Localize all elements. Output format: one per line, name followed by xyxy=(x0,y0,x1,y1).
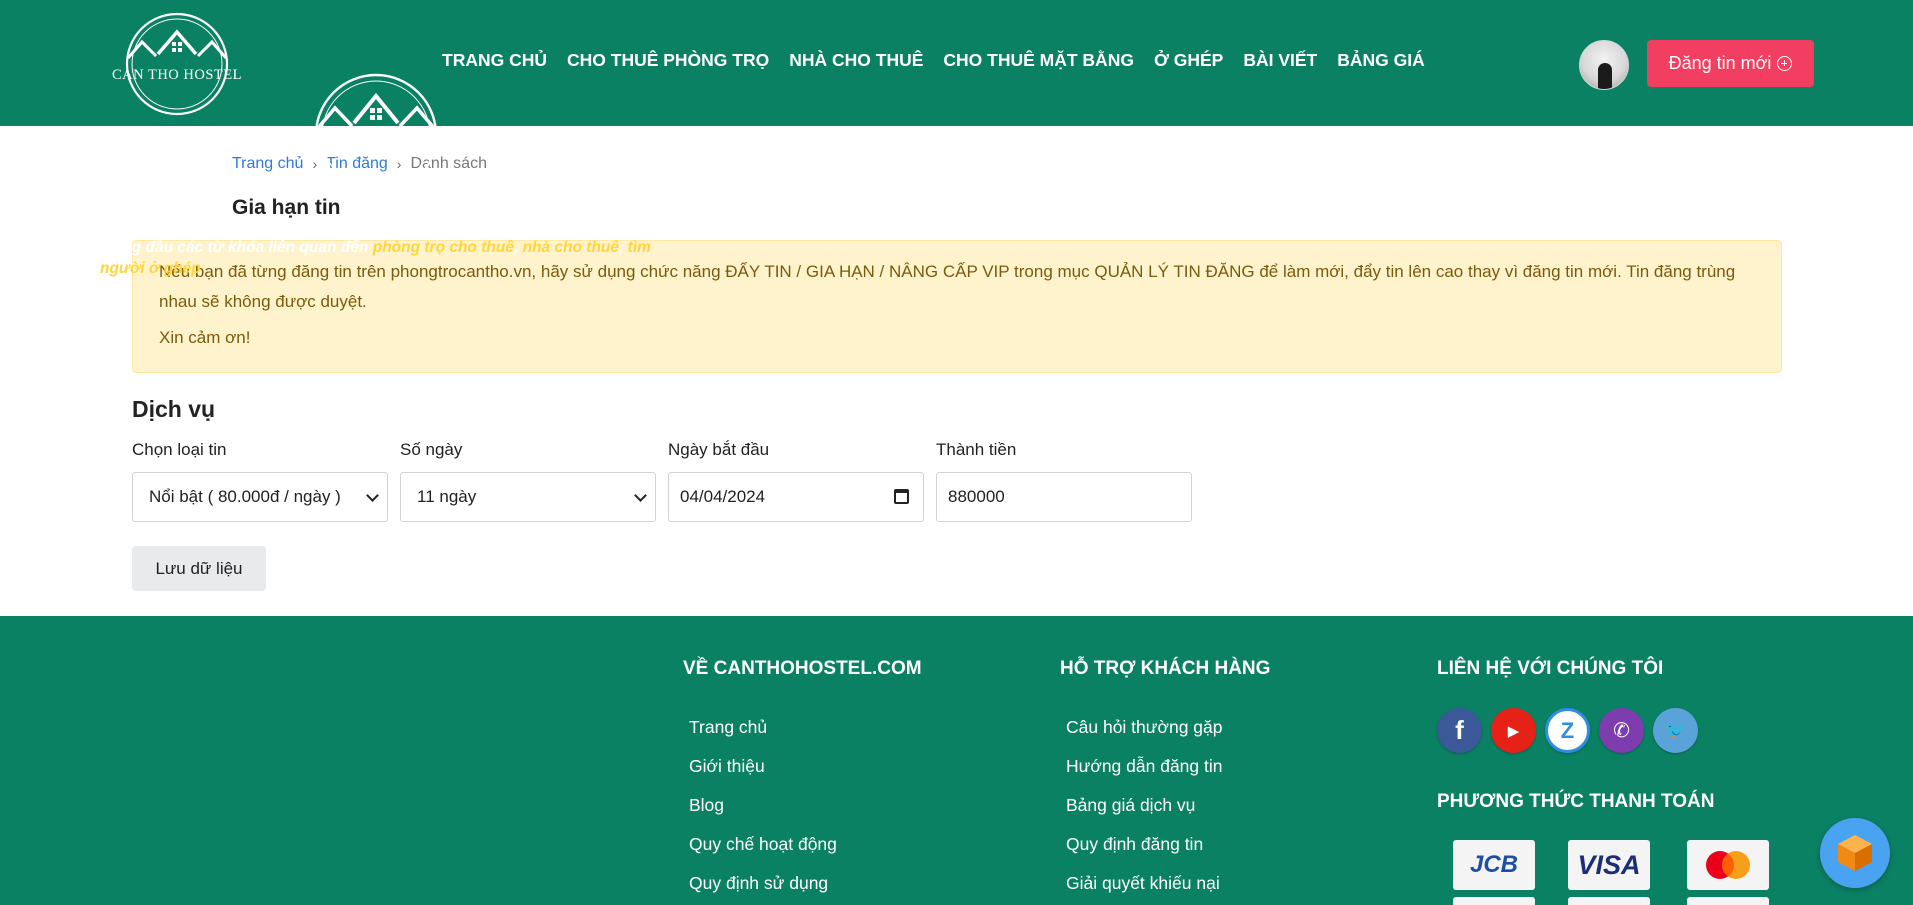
nav-pricing[interactable]: BẢNG GIÁ xyxy=(1337,50,1425,71)
site-logo[interactable]: CAN THO HOSTEL xyxy=(106,10,248,118)
zalo-icon[interactable]: Z xyxy=(1545,708,1590,753)
footer-link-complaints[interactable]: Giải quyết khiếu nại xyxy=(1066,873,1223,905)
footer-tagline: Đứng đầu các từ khóa liên quan đến phòng… xyxy=(100,237,660,279)
support-links: Câu hỏi thường gặp Hướng dẫn đăng tin Bả… xyxy=(1066,717,1223,905)
footer-link-blog[interactable]: Blog xyxy=(689,795,837,834)
payment-title: PHƯƠNG THỨC THANH TOÁN xyxy=(1437,791,1715,812)
tagline-prefix: Đứng đầu các từ khóa liên quan đến xyxy=(100,239,373,256)
visa-card-icon: VISA xyxy=(1568,840,1650,890)
post-new-button[interactable]: Đăng tin mới xyxy=(1647,40,1814,87)
alert-thanks: Xin cảm ơn! xyxy=(159,328,251,347)
about-links: Trang chủ Giới thiệu Blog Quy chế hoạt đ… xyxy=(689,717,837,905)
days-value: 11 ngày xyxy=(417,487,477,506)
start-date-input[interactable]: 04/04/2024 xyxy=(668,472,924,522)
start-date-value: 04/04/2024 xyxy=(680,487,766,506)
footer-link-terms[interactable]: Quy định sử dụng xyxy=(689,873,837,905)
payment-card-row2 xyxy=(1568,897,1650,905)
post-new-label: Đăng tin mới xyxy=(1668,53,1772,73)
tagline-link-house[interactable]: nhà cho thuê xyxy=(523,239,619,256)
footer-link-posting-guide[interactable]: Hướng dẫn đăng tin xyxy=(1066,756,1223,795)
nav-premises-rental[interactable]: CHO THUÊ MẶT BẰNG xyxy=(943,50,1134,71)
days-label: Số ngày xyxy=(400,440,463,459)
support-title: HỖ TRỢ KHÁCH HÀNG xyxy=(1060,658,1271,679)
total-input[interactable]: 880000 xyxy=(936,472,1192,522)
nav-home[interactable]: TRANG CHỦ xyxy=(442,50,547,71)
tagline-separator: , xyxy=(513,239,523,256)
days-field: Số ngày 11 ngày xyxy=(400,440,656,522)
days-select[interactable]: 11 ngày xyxy=(400,472,656,522)
chevron-down-icon xyxy=(366,489,379,502)
footer-link-faq[interactable]: Câu hỏi thường gặp xyxy=(1066,717,1223,756)
total-field: Thành tiền 880000 xyxy=(936,440,1192,522)
visa-label: VISA xyxy=(1577,849,1641,880)
chevron-down-icon xyxy=(634,489,647,502)
post-type-label: Chọn loại tin xyxy=(132,440,227,459)
main-nav: TRANG CHỦ CHO THUÊ PHÒNG TRỌ NHÀ CHO THU… xyxy=(442,50,1445,71)
contact-title: LIÊN HỆ VỚI CHÚNG TÔI xyxy=(1437,658,1664,679)
footer-link-posting-rules[interactable]: Quy định đăng tin xyxy=(1066,834,1223,873)
start-date-label: Ngày bắt đầu xyxy=(668,440,770,459)
mastercard-circles xyxy=(1706,851,1750,879)
nav-articles[interactable]: BÀI VIẾT xyxy=(1243,50,1317,71)
nav-room-rental[interactable]: CHO THUÊ PHÒNG TRỌ xyxy=(567,50,769,71)
nav-roommate[interactable]: Ở GHÉP xyxy=(1154,50,1223,71)
tagline-separator: , xyxy=(619,239,628,256)
footer-link-regulations[interactable]: Quy chế hoạt động xyxy=(689,834,837,873)
total-label: Thành tiền xyxy=(936,440,1017,459)
start-date-field: Ngày bắt đầu 04/04/2024 xyxy=(668,440,924,522)
site-header: CAN THO HOSTEL TRANG CHỦ CHO THUÊ PHÒNG … xyxy=(0,0,1913,126)
social-links: f ▶ Z ✆ 🐦 xyxy=(1437,708,1698,753)
twitter-icon[interactable]: 🐦 xyxy=(1653,708,1698,753)
post-type-value: Nổi bật ( 80.000đ / ngày ) xyxy=(149,487,341,506)
nav-house-rental[interactable]: NHÀ CHO THUÊ xyxy=(789,50,923,71)
tagline-link-room[interactable]: phòng trọ cho thuê xyxy=(373,239,514,256)
youtube-icon[interactable]: ▶ xyxy=(1491,708,1536,753)
save-button[interactable]: Lưu dữ liệu xyxy=(132,546,266,591)
cube-icon xyxy=(1838,835,1872,871)
mastercard-icon xyxy=(1687,840,1769,890)
total-value: 880000 xyxy=(948,487,1005,506)
jcb-label: JCB xyxy=(1469,851,1518,878)
post-type-field: Chọn loại tin Nổi bật ( 80.000đ / ngày ) xyxy=(132,440,388,522)
facebook-icon[interactable]: f xyxy=(1437,708,1482,753)
plus-circle-icon xyxy=(1777,56,1793,71)
chat-widget-button[interactable] xyxy=(1820,818,1890,888)
footer-logo[interactable]: CAN THO HOSTEL xyxy=(292,70,460,200)
calendar-icon[interactable] xyxy=(894,489,909,504)
logo-text: CAN THO HOSTEL xyxy=(112,67,242,83)
footer-link-about[interactable]: Giới thiệu xyxy=(689,756,837,795)
payment-card-row2 xyxy=(1453,897,1535,905)
user-avatar[interactable] xyxy=(1579,40,1629,90)
footer-logo-text: CAN THO HOSTEL xyxy=(300,139,453,158)
payment-card-row2 xyxy=(1687,897,1769,905)
footer-link-service-pricing[interactable]: Bảng giá dịch vụ xyxy=(1066,795,1223,834)
jcb-card-icon: JCB xyxy=(1453,840,1535,890)
avatar-figure xyxy=(1598,63,1612,89)
footer-link-home[interactable]: Trang chủ xyxy=(689,717,837,756)
viber-icon[interactable]: ✆ xyxy=(1599,708,1644,753)
service-section-title: Dịch vụ xyxy=(132,396,216,422)
about-title: VỀ CANTHOHOSTEL.COM xyxy=(683,658,922,679)
post-type-select[interactable]: Nổi bật ( 80.000đ / ngày ) xyxy=(132,472,388,522)
